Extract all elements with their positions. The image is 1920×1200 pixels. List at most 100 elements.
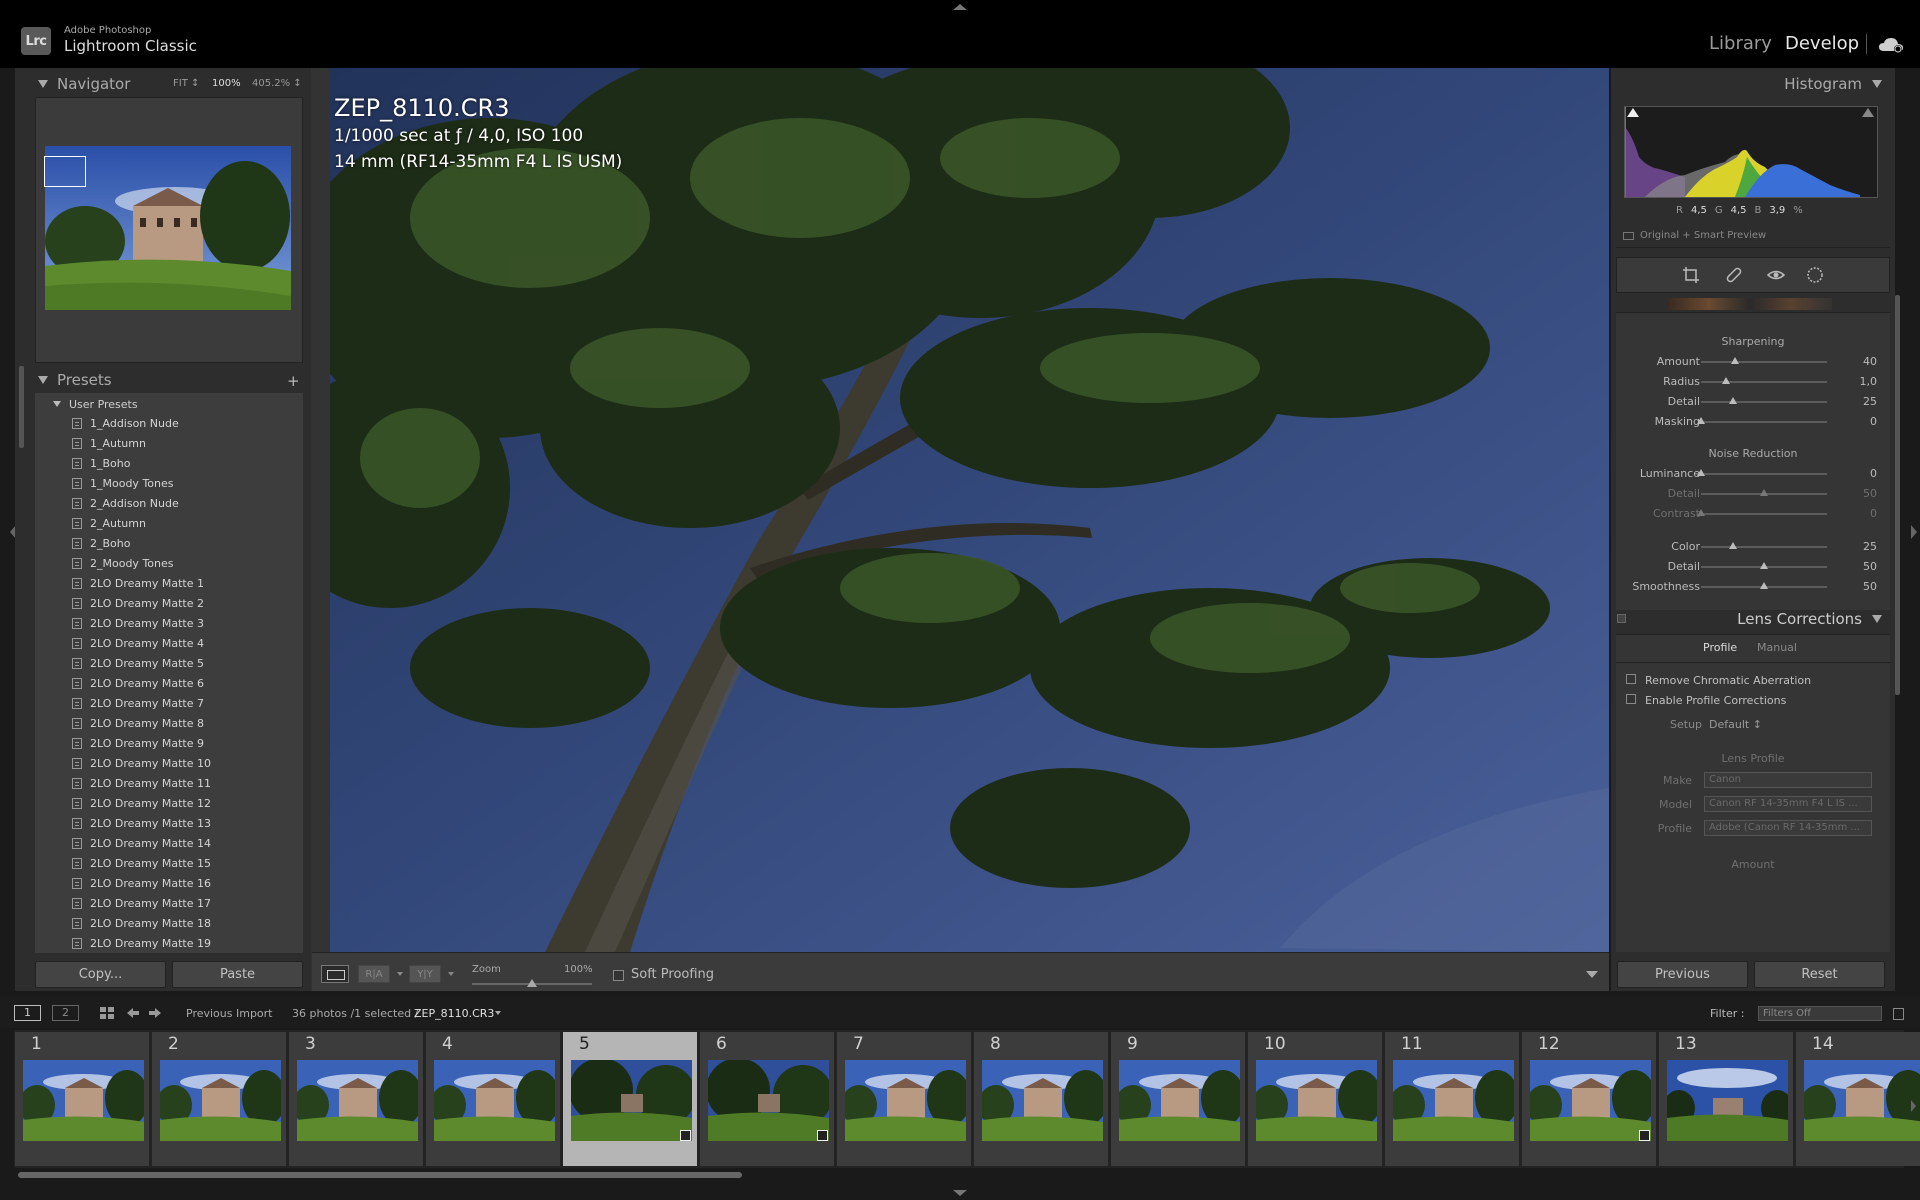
preset-item[interactable]: 2_Moody Tones [35,553,174,573]
noise-luma-detail-value[interactable]: 50 [1863,487,1877,500]
preset-item[interactable]: 2LO Dreamy Matte 12 [35,793,211,813]
preset-item[interactable]: 2LO Dreamy Matte 3 [35,613,204,633]
presets-header[interactable]: Presets [20,366,305,394]
healing-icon[interactable] [1725,266,1743,284]
sharpening-radius-value[interactable]: 1,0 [1860,375,1878,388]
preset-item[interactable]: 2LO Dreamy Matte 17 [35,893,211,913]
preset-item[interactable]: 2LO Dreamy Matte 16 [35,873,211,893]
filmstrip-cell[interactable]: 8 [974,1032,1109,1166]
noise-color-smoothness-slider[interactable]: Smoothness 50 [1616,577,1890,597]
filmstrip-thumbnail[interactable] [1119,1060,1240,1141]
noise-color-smoothness-value[interactable]: 50 [1863,580,1877,593]
filmstrip-thumbnail[interactable] [1530,1060,1651,1141]
noise-color-color-thumb[interactable] [1728,542,1737,549]
noise-color-color-slider[interactable]: Color 25 [1616,537,1890,557]
preset-item[interactable]: 2LO Dreamy Matte 15 [35,853,211,873]
filter-lock-icon[interactable] [1893,1008,1904,1020]
preset-item[interactable]: 1_Moody Tones [35,473,174,493]
filmstrip-thumbnail[interactable] [23,1060,144,1141]
noise-luma-luminance-slider[interactable]: Luminance 0 [1616,464,1890,484]
filmstrip-cell[interactable]: 4 [426,1032,561,1166]
sharpening-amount-track[interactable] [1701,361,1827,363]
profile-select[interactable]: Adobe (Canon RF 14-35mm ... [1704,820,1872,836]
histogram-graph[interactable] [1624,106,1878,198]
highlight-clipping-indicator[interactable] [1862,108,1874,117]
filmstrip-thumbnail[interactable] [1256,1060,1377,1141]
primary-display-button[interactable]: 1 [14,1005,41,1021]
preset-item[interactable]: 2LO Dreamy Matte 9 [35,733,204,753]
add-preset-button[interactable]: + [287,372,300,390]
crop-icon[interactable] [1682,266,1700,284]
preset-item[interactable]: 2LO Dreamy Matte 18 [35,913,211,933]
filmstrip-cell[interactable]: 10 [1248,1032,1383,1166]
file-menu-icon[interactable] [495,1011,501,1015]
preset-item[interactable]: 2LO Dreamy Matte 19 [35,933,211,953]
filmstrip-scrollbar[interactable] [18,1172,742,1178]
filmstrip-cell[interactable]: 11 [1385,1032,1520,1166]
filmstrip-cell[interactable]: 3 [289,1032,424,1166]
filmstrip-scroll-right-icon[interactable] [1911,1100,1920,1112]
filmstrip-thumbnail[interactable] [845,1060,966,1141]
back-arrow-icon[interactable] [127,1008,139,1018]
sharpening-radius-thumb[interactable] [1722,377,1731,384]
top-panel-toggle-icon[interactable] [953,4,967,10]
filmstrip-thumbnail[interactable] [160,1060,281,1141]
filmstrip-thumbnail[interactable] [708,1060,829,1141]
right-panel-toggle-icon[interactable] [1911,525,1920,539]
preset-item[interactable]: 2LO Dreamy Matte 6 [35,673,204,693]
noise-luma-contrast-track[interactable] [1701,513,1827,515]
noise-luma-detail-thumb[interactable] [1760,489,1768,496]
preset-item[interactable]: 2LO Dreamy Matte 11 [35,773,211,793]
toolbar-options-icon[interactable] [1586,971,1598,978]
filmstrip-cell[interactable]: 9 [1111,1032,1246,1166]
main-photo-view[interactable] [330,68,1609,952]
zoom-slider-thumb[interactable] [527,979,537,987]
smart-preview-status[interactable]: Original + Smart Preview [1623,230,1766,241]
tab-profile[interactable]: Profile [1703,641,1737,654]
preset-item[interactable]: 2LO Dreamy Matte 1 [35,573,204,593]
noise-luma-detail-slider[interactable]: Detail 50 [1616,484,1890,504]
noise-color-detail-thumb[interactable] [1760,562,1768,569]
preset-item[interactable]: 2LO Dreamy Matte 7 [35,693,204,713]
enable-profile-corrections-checkbox[interactable] [1626,694,1636,704]
preset-item[interactable]: 2_Addison Nude [35,493,179,513]
noise-color-color-track[interactable] [1701,546,1827,548]
noise-color-detail-slider[interactable]: Detail 50 [1616,557,1890,577]
grid-view-icon[interactable] [100,1007,114,1019]
copy-settings-button[interactable]: Copy... [35,961,166,988]
preset-item[interactable]: 2_Autumn [35,513,146,533]
filmstrip-cell[interactable]: 5 [563,1032,698,1166]
filmstrip-thumbnail[interactable] [1393,1060,1514,1141]
sharpening-radius-track[interactable] [1701,381,1827,383]
navigator-zoom-100[interactable]: 100% [212,78,241,89]
before-after-menu-icon[interactable] [397,972,403,976]
navigator-zoom-custom[interactable]: 405.2% ↕ [252,78,302,89]
module-develop[interactable]: Develop [1785,33,1859,54]
sharpening-masking-thumb[interactable] [1697,417,1705,424]
sharpening-detail-slider[interactable]: Detail 25 [1616,392,1890,412]
preset-folder-user-presets[interactable]: User Presets [35,395,138,413]
sharpening-masking-slider[interactable]: Masking 0 [1616,412,1890,432]
filmstrip-thumbnail[interactable] [571,1060,692,1141]
preset-item[interactable]: 2LO Dreamy Matte 13 [35,813,211,833]
sharpening-detail-value[interactable]: 25 [1863,395,1877,408]
soft-proofing-checkbox[interactable] [613,970,624,981]
preset-item[interactable]: 1_Boho [35,453,130,473]
preset-item[interactable]: 2LO Dreamy Matte 8 [35,713,204,733]
filmstrip-cell[interactable]: 1 [15,1032,150,1166]
noise-luma-contrast-value[interactable]: 0 [1870,507,1877,520]
secondary-display-button[interactable]: 2 [52,1005,79,1021]
preset-item[interactable]: 2LO Dreamy Matte 4 [35,633,204,653]
sharpening-amount-thumb[interactable] [1731,357,1740,364]
sharpening-masking-value[interactable]: 0 [1870,415,1877,428]
preset-item[interactable]: 2LO Dreamy Matte 5 [35,653,204,673]
filmstrip-thumbnail[interactable] [1667,1060,1788,1141]
filmstrip-source[interactable]: Previous Import [186,1007,273,1020]
masking-icon[interactable] [1806,266,1824,284]
filmstrip-thumbnail[interactable] [297,1060,418,1141]
model-select[interactable]: Canon RF 14-35mm F4 L IS ... [1704,796,1872,812]
redeye-icon[interactable] [1767,266,1785,284]
sharpening-detail-track[interactable] [1701,401,1827,403]
before-after-view-button[interactable]: R|A [358,965,390,983]
remove-chromatic-aberration-checkbox[interactable] [1626,674,1636,684]
